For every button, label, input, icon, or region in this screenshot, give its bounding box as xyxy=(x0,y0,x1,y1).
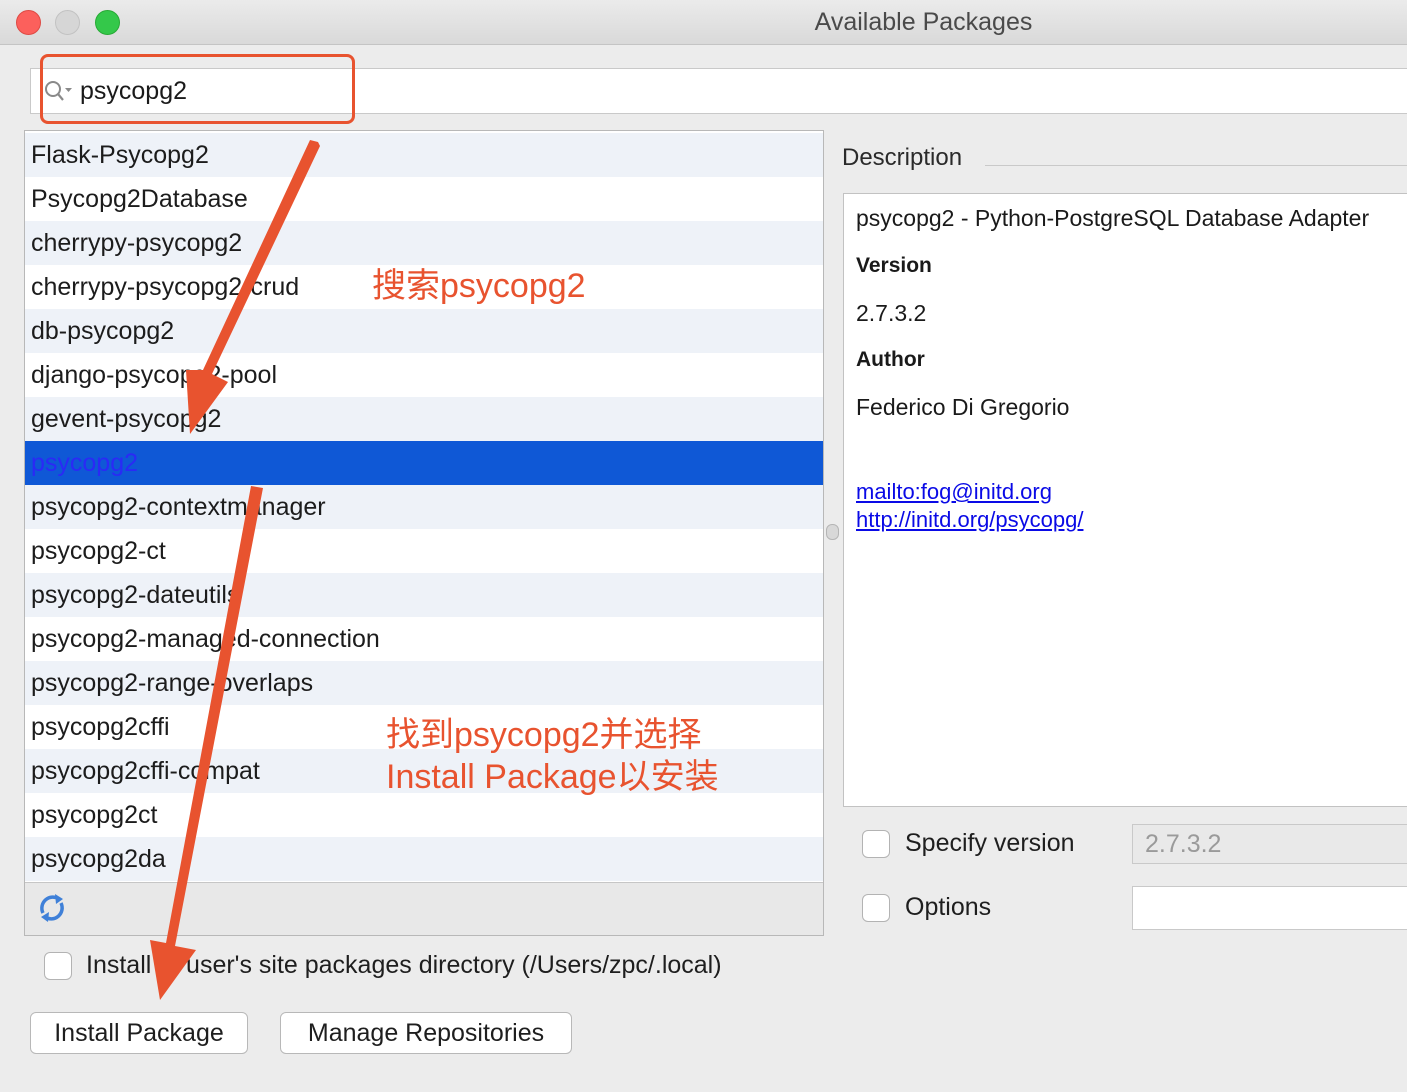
options-checkbox[interactable] xyxy=(862,894,890,922)
splitter-handle[interactable] xyxy=(826,524,839,540)
package-item[interactable]: Flask-Psycopg2 xyxy=(25,133,823,177)
install-package-button[interactable]: Install Package xyxy=(30,1012,248,1054)
package-item[interactable]: psycopg2-contextmanager xyxy=(25,485,823,529)
specify-version-checkbox[interactable] xyxy=(862,830,890,858)
homepage-link[interactable]: http://initd.org/psycopg/ xyxy=(856,507,1083,533)
package-item[interactable]: django-psycopg2-pool xyxy=(25,353,823,397)
version-value: 2.7.3.2 xyxy=(856,300,926,327)
author-heading: Author xyxy=(856,348,925,372)
package-item[interactable]: psycopg2-range-overlaps xyxy=(25,661,823,705)
select-annotation-line1: 找到psycopg2并选择 xyxy=(386,714,702,756)
package-item[interactable]: psycopg2-dateutils xyxy=(25,573,823,617)
package-item[interactable]: psycopg2-ct xyxy=(25,529,823,573)
package-list-panel: Flask-Psycopg2Psycopg2Databasecherrypy-p… xyxy=(24,130,824,936)
package-item[interactable]: psycopg2-managed-connection xyxy=(25,617,823,661)
package-item[interactable]: psycopg2ct xyxy=(25,793,823,837)
specify-version-label: Specify version xyxy=(905,829,1075,858)
version-field[interactable]: 2.7.3.2 xyxy=(1132,824,1407,864)
list-footer xyxy=(25,882,823,936)
user-site-checkbox[interactable] xyxy=(44,952,72,980)
package-item[interactable]: gevent-psycopg2 xyxy=(25,397,823,441)
package-item[interactable]: cherrypy-psycopg2 xyxy=(25,221,823,265)
window-title: Available Packages xyxy=(0,8,1407,37)
package-item[interactable]: Psycopg2Database xyxy=(25,177,823,221)
search-highlight-annotation xyxy=(40,54,355,124)
options-label: Options xyxy=(905,893,991,922)
package-item-selected[interactable]: psycopg2 xyxy=(25,441,823,485)
description-divider xyxy=(985,165,1407,166)
package-item[interactable]: psycopg2da xyxy=(25,837,823,881)
author-value: Federico Di Gregorio xyxy=(856,394,1069,421)
options-field[interactable] xyxy=(1132,886,1407,930)
title-bar: Available Packages xyxy=(0,0,1407,45)
user-site-label: Install to user's site packages director… xyxy=(86,951,722,980)
search-annotation-text: 搜索psycopg2 xyxy=(372,265,586,307)
description-label: Description xyxy=(842,144,962,172)
select-annotation-line2: Install Package以安装 xyxy=(386,756,719,798)
package-item[interactable]: db-psycopg2 xyxy=(25,309,823,353)
package-summary: psycopg2 - Python-PostgreSQL Database Ad… xyxy=(856,205,1369,232)
version-heading: Version xyxy=(856,254,932,278)
manage-repositories-button[interactable]: Manage Repositories xyxy=(280,1012,572,1054)
mailto-link[interactable]: mailto:fog@initd.org xyxy=(856,479,1052,505)
refresh-icon[interactable] xyxy=(35,891,69,925)
